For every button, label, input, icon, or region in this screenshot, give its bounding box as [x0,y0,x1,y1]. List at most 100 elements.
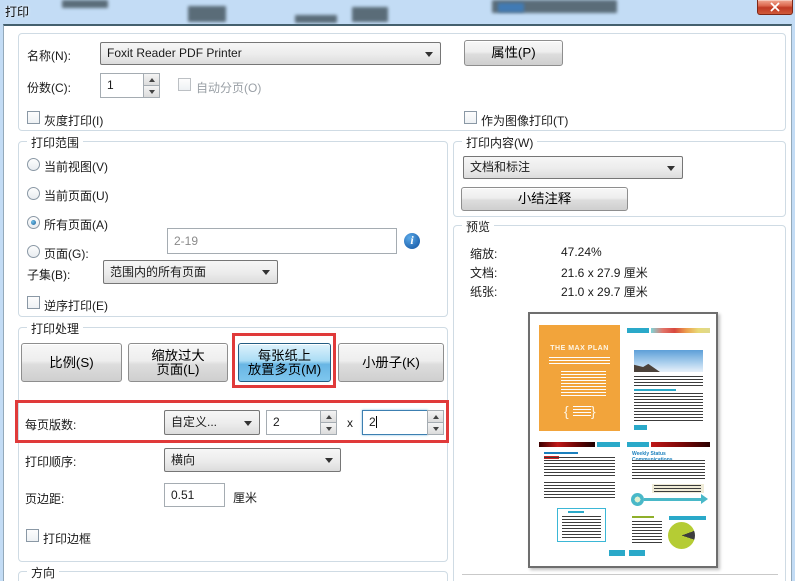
subset-combobox[interactable]: 范围内的所有页面 [103,260,278,284]
photo-thumbnail [634,350,703,372]
cyan-tag [627,442,649,447]
spin-down-button[interactable] [143,85,160,98]
pages-per-sheet-combobox[interactable]: 自定义... [164,410,260,435]
diagram-arrowhead [701,494,708,504]
info-icon[interactable]: i [404,233,420,249]
grayscale-checkbox[interactable] [27,111,40,124]
printer-name-combobox[interactable]: Foxit Reader PDF Printer [100,42,441,65]
arrow-down-icon [325,426,332,431]
photo-rocks [634,363,660,372]
preview-page-2 [627,325,710,431]
collate-checkbox[interactable] [178,78,191,91]
reverse-print-checkbox[interactable] [27,296,40,309]
tiles-x-value[interactable]: 2 [266,410,321,435]
orientation-title: 方向 [27,564,60,581]
subset-label: 子集(B): [27,268,71,282]
radio-current-page-label: 当前页面(U) [44,189,109,203]
preview-text-lines [634,376,703,387]
subset-value: 范围内的所有页面 [110,265,207,279]
mode-scale-button[interactable]: 比例(S) [21,343,122,382]
preview-page-4: Weekly Status Communications [627,440,710,551]
print-range-title: 打印范围 [27,134,84,151]
tiles-y-stepper[interactable]: 2 [362,410,444,435]
print-content-combobox[interactable]: 文档和标注 [463,156,683,179]
printer-name-value: Foxit Reader PDF Printer [107,46,242,60]
grayscale-label: 灰度打印(I) [44,114,104,128]
mode-shrink-oversized-button[interactable]: 缩放过大 页面(L) [128,343,228,382]
tiles-y-text: 2 [369,415,376,429]
print-order-label: 打印顺序: [25,455,77,469]
preview-text-lines [573,406,591,416]
mode-multiple-pages-button[interactable]: 每张纸上 放置多页(M) [238,343,331,382]
orientation-group: 方向 [18,564,448,581]
background-window-artifact [62,0,108,8]
chevron-down-icon [262,270,270,275]
preview-text-lines [549,357,610,364]
radio-current-view-label: 当前视图(V) [44,160,108,174]
radio-current-page[interactable] [27,187,40,200]
print-order-combobox[interactable]: 横向 [164,448,341,472]
preview-text-lines [544,457,615,478]
preview-page-3 [539,440,620,551]
margin-label: 页边距: [25,492,65,506]
copies-value[interactable]: 1 [100,73,144,98]
diagram-arrow-line [644,498,702,501]
gradient-strip [651,328,710,333]
preview-text-lines [632,460,705,481]
preview-page-1: THE MAX PLAN { } [539,325,620,431]
spin-down-button[interactable] [427,422,444,435]
background-window-artifact [188,6,226,22]
preview-text-lines [654,485,701,492]
text-caret [375,416,377,428]
print-border-checkbox[interactable] [26,529,39,542]
page-range-input[interactable]: 2-19 [167,228,397,254]
spin-down-button[interactable] [320,422,337,435]
preview-text-lines [562,516,601,540]
radio-current-view[interactable] [27,158,40,171]
printer-name-label: 名称(N): [27,49,71,63]
brace-right: } [591,403,596,419]
arrow-up-icon [432,414,439,419]
print-content-title: 打印内容(W) [462,134,538,151]
cyan-label-bar [669,516,706,520]
preview-text-lines [634,393,703,421]
print-content-value: 文档和标注 [470,160,531,174]
radio-pages-label: 页面(G): [44,247,89,261]
chevron-down-icon [425,51,433,57]
preview-document-label: 文档: [470,266,498,280]
close-icon [770,2,780,12]
print-border-label: 打印边框 [43,532,92,546]
tiles-y-value[interactable]: 2 [362,410,428,435]
green-heading-line [632,516,654,518]
cyan-tag [627,328,649,333]
preview-paper-value: 21.0 x 29.7 厘米 [561,285,648,299]
summarize-comments-button[interactable]: 小结注释 [461,187,628,211]
radio-pages[interactable] [27,245,40,258]
radio-all-pages[interactable] [27,216,40,229]
margin-input[interactable]: 0.51 [164,483,225,507]
arrow-down-icon [148,89,155,94]
print-handling-title: 打印处理 [27,320,84,337]
print-as-image-checkbox[interactable] [464,111,477,124]
cyan-heading-line [634,389,676,391]
background-window-artifact [498,3,524,12]
copies-label: 份数(C): [27,81,71,95]
mode-booklet-button[interactable]: 小册子(K) [338,343,444,382]
red-gradient-bar [539,442,595,447]
times-label: x [347,416,353,430]
arrow-up-icon [325,414,332,419]
copies-stepper[interactable]: 1 [100,73,160,98]
preview-page1-title: THE MAX PLAN [550,345,609,352]
callout-note [652,484,704,493]
close-button[interactable] [757,0,793,15]
cyan-button-thumb [609,550,625,556]
background-window-artifact [295,15,337,23]
cyan-callout-box [557,508,606,542]
chevron-down-icon [667,165,675,171]
properties-button[interactable]: 属性(P) [464,40,563,66]
cyan-tag [597,442,620,447]
tiles-x-stepper[interactable]: 2 [266,410,337,435]
preview-divider [462,574,778,575]
arrow-down-icon [432,426,439,431]
collate-label: 自动分页(O) [196,81,262,95]
